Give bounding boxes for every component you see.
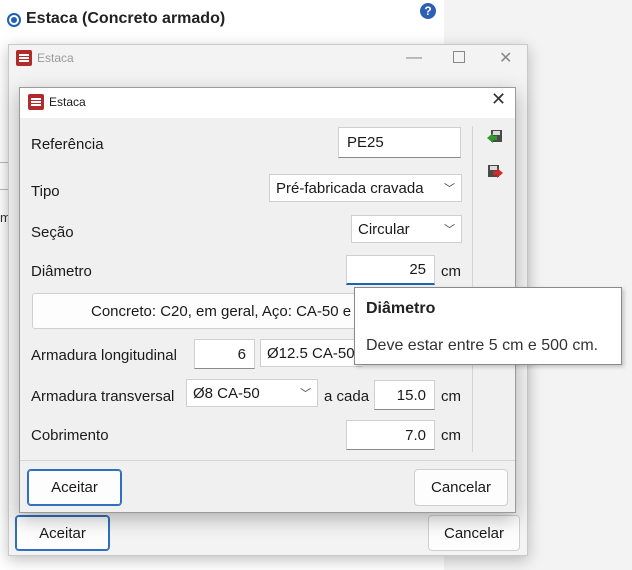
minimize-icon[interactable]: —	[406, 49, 422, 67]
a-cada-label: a cada	[324, 388, 370, 405]
chevron-down-icon: ﹀	[300, 388, 311, 400]
cobrimento-unit: cm	[441, 427, 461, 444]
material-button-label: Concreto: C20, em geral, Aço: CA-50 e	[91, 302, 352, 320]
chevron-down-icon: ﹀	[444, 183, 455, 195]
tooltip-text: Deve estar entre 5 cm e 500 cm.	[366, 337, 599, 354]
app-icon	[16, 50, 32, 66]
referencia-value: PE25	[347, 134, 384, 151]
estaca-option-label: Estaca (Concreto armado)	[26, 10, 226, 27]
dialog-footer-divider	[20, 460, 515, 461]
arm-long-bar: Ø12.5 CA-50	[267, 344, 355, 362]
arm-long-bar-select[interactable]: Ø12.5 CA-50	[260, 339, 362, 367]
dialog-accept-label: Aceitar	[27, 469, 122, 506]
cobrimento-input[interactable]: 7.0	[346, 420, 435, 450]
arm-long-count-input[interactable]: 6	[194, 339, 255, 369]
arm-long-count: 6	[237, 345, 246, 363]
secao-label: Seção	[31, 224, 74, 241]
diametro-unit: cm	[441, 263, 461, 280]
diametro-label: Diâmetro	[31, 263, 92, 280]
secao-value: Circular	[358, 220, 410, 238]
chevron-down-icon: ﹀	[444, 224, 455, 236]
arm-trans-spacing: 15.0	[396, 386, 426, 404]
middle-accept-label: Aceitar	[15, 515, 110, 551]
tipo-select[interactable]: Pré-fabricada cravada ﹀	[269, 174, 462, 202]
maximize-icon[interactable]	[453, 51, 465, 63]
middle-cancel-label: Cancelar	[428, 515, 520, 551]
arm-trans-unit: cm	[441, 388, 461, 405]
question-icon[interactable]: ?	[420, 3, 436, 19]
diametro-value: 25	[409, 261, 426, 278]
dialog-cancel-label: Cancelar	[414, 469, 508, 506]
dialog-app-icon	[28, 94, 44, 110]
dialog-close-icon[interactable]: ✕	[491, 89, 506, 110]
diametro-input[interactable]: 25	[346, 255, 435, 285]
arm-long-label: Armadura longitudinal	[31, 347, 177, 364]
secao-select[interactable]: Circular ﹀	[351, 215, 462, 243]
arm-trans-label: Armadura transversal	[31, 388, 175, 405]
arm-trans-spacing-input[interactable]: 15.0	[374, 380, 435, 410]
export-icon[interactable]	[486, 163, 504, 181]
close-icon[interactable]: ✕	[499, 48, 512, 68]
arm-trans-bar: Ø8 CA-50	[193, 384, 260, 402]
referencia-label: Referência	[31, 136, 104, 153]
dialog-cancel-button[interactable]: Cancelar	[414, 469, 508, 506]
referencia-input[interactable]: PE25	[338, 127, 461, 158]
import-icon[interactable]	[486, 128, 504, 146]
middle-window-title: Estaca	[37, 51, 74, 65]
tipo-label: Tipo	[31, 183, 60, 200]
tooltip-title: Diâmetro	[366, 300, 436, 317]
tipo-value: Pré-fabricada cravada	[276, 179, 424, 197]
middle-accept-button[interactable]: Aceitar	[15, 515, 110, 551]
arm-trans-bar-select[interactable]: Ø8 CA-50 ﹀	[186, 379, 318, 407]
cobrimento-label: Cobrimento	[31, 427, 109, 444]
dialog-title: Estaca	[49, 95, 86, 109]
dialog-accept-button[interactable]: Aceitar	[27, 469, 122, 506]
cobrimento-value: 7.0	[405, 426, 426, 444]
middle-cancel-button[interactable]: Cancelar	[428, 515, 520, 551]
estaca-radio-dot	[11, 17, 17, 23]
dialog-titlebar	[20, 88, 515, 118]
